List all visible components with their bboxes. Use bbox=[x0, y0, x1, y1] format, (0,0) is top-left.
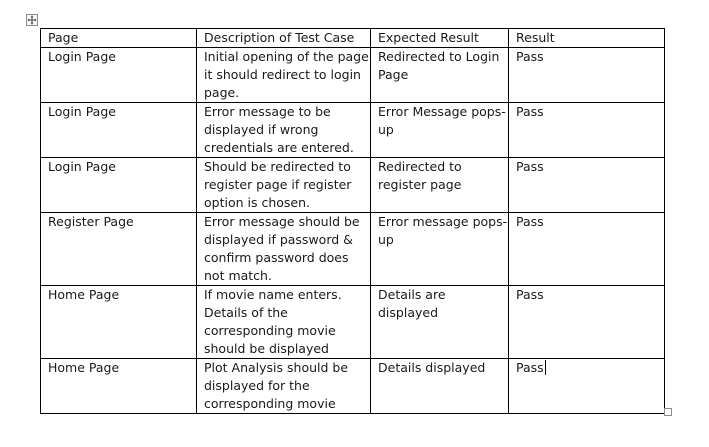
table-header-row: Page Description of Test Case Expected R… bbox=[40, 28, 665, 48]
cell-description[interactable]: Initial opening of the page it should re… bbox=[196, 47, 371, 103]
table-row: Login Page Error message to be displayed… bbox=[40, 102, 665, 158]
move-arrows-icon bbox=[27, 15, 37, 25]
table-row: Login Page Should be redirected to regis… bbox=[40, 157, 665, 213]
cell-page[interactable]: Home Page bbox=[40, 358, 197, 414]
table-resize-handle[interactable] bbox=[664, 408, 672, 416]
cell-page[interactable]: Register Page bbox=[40, 212, 197, 286]
cell-result[interactable]: Pass bbox=[508, 157, 665, 213]
cell-result[interactable]: Pass bbox=[508, 212, 665, 286]
cell-page[interactable]: Login Page bbox=[40, 47, 197, 103]
column-header-result[interactable]: Result bbox=[508, 28, 665, 48]
column-header-page[interactable]: Page bbox=[40, 28, 197, 48]
column-header-expected-result[interactable]: Expected Result bbox=[370, 28, 509, 48]
cell-expected-result[interactable]: Details are displayed bbox=[370, 285, 509, 359]
cell-result[interactable]: Pass bbox=[508, 285, 665, 359]
cell-description[interactable]: Plot Analysis should be displayed for th… bbox=[196, 358, 371, 414]
cell-description[interactable]: Error message should be displayed if pas… bbox=[196, 212, 371, 286]
table-row: Login Page Initial opening of the page i… bbox=[40, 47, 665, 103]
cell-result-text: Pass bbox=[516, 360, 544, 375]
table-row: Register Page Error message should be di… bbox=[40, 212, 665, 286]
table-row: Home Page If movie name enters. Details … bbox=[40, 285, 665, 359]
cell-expected-result[interactable]: Details displayed bbox=[370, 358, 509, 414]
cell-page[interactable]: Login Page bbox=[40, 157, 197, 213]
cell-description[interactable]: Error message to be displayed if wrong c… bbox=[196, 102, 371, 158]
cell-result[interactable]: Pass bbox=[508, 47, 665, 103]
cell-expected-result[interactable]: Error Message pops-up bbox=[370, 102, 509, 158]
cell-page[interactable]: Home Page bbox=[40, 285, 197, 359]
cell-page[interactable]: Login Page bbox=[40, 102, 197, 158]
column-header-description[interactable]: Description of Test Case bbox=[196, 28, 371, 48]
cell-description[interactable]: Should be redirected to register page if… bbox=[196, 157, 371, 213]
cell-expected-result[interactable]: Redirected to Login Page bbox=[370, 47, 509, 103]
cell-description[interactable]: If movie name enters. Details of the cor… bbox=[196, 285, 371, 359]
table-row: Home Page Plot Analysis should be displa… bbox=[40, 358, 665, 414]
cell-result-active[interactable]: Pass bbox=[508, 358, 665, 414]
cell-expected-result[interactable]: Redirected to register page bbox=[370, 157, 509, 213]
cell-expected-result[interactable]: Error message pops-up bbox=[370, 212, 509, 286]
text-cursor bbox=[544, 360, 546, 375]
table-move-handle[interactable] bbox=[26, 14, 38, 26]
test-case-table[interactable]: Page Description of Test Case Expected R… bbox=[40, 28, 665, 414]
cell-result[interactable]: Pass bbox=[508, 102, 665, 158]
